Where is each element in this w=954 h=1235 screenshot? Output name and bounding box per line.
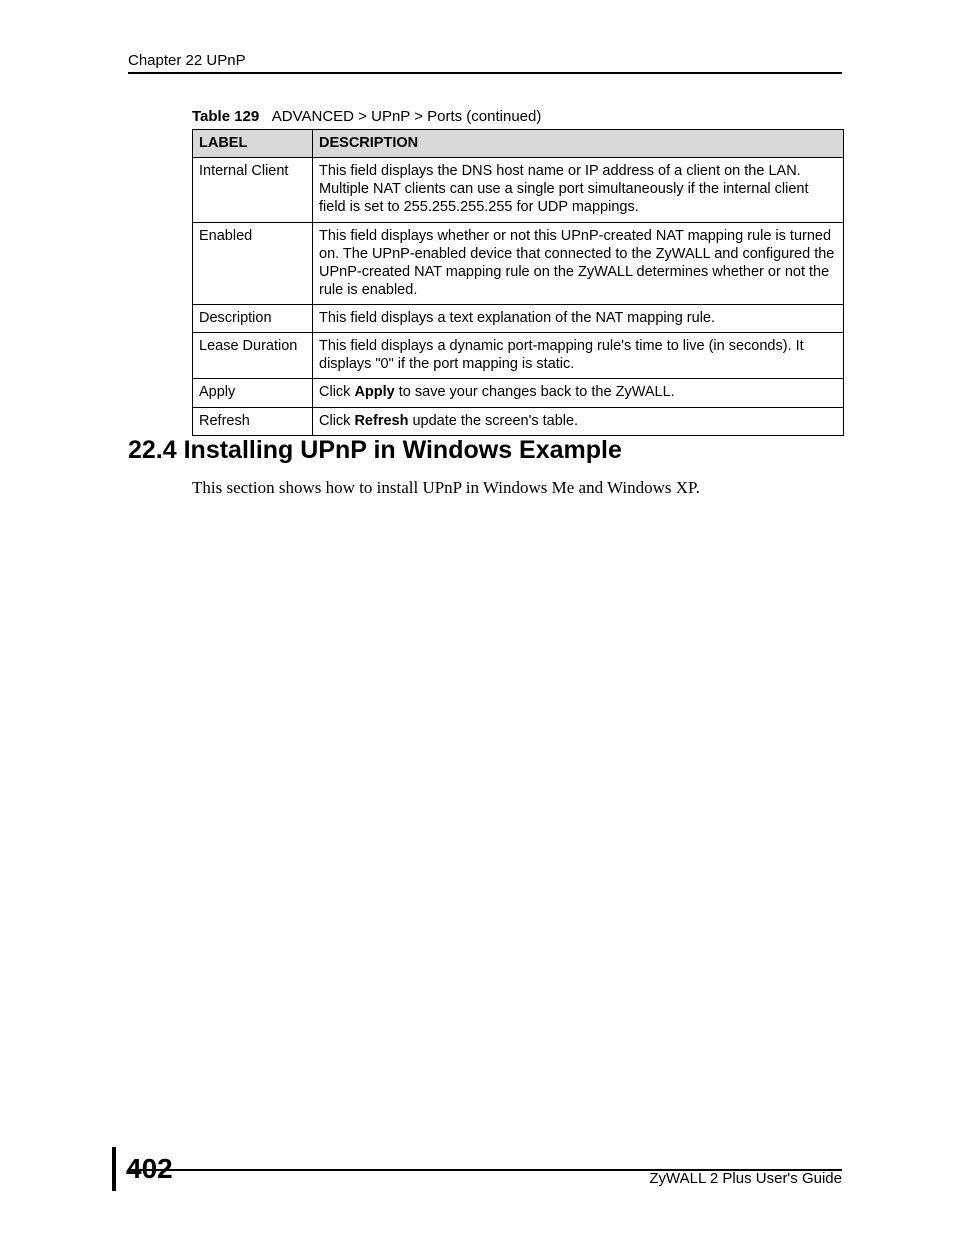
- table-row: Internal Client This field displays the …: [193, 158, 844, 222]
- cell-description: This field displays a text explanation o…: [313, 305, 844, 333]
- footer-left: 402: [112, 1147, 173, 1191]
- cell-description: Click Apply to save your changes back to…: [313, 379, 844, 407]
- page-number: 402: [126, 1153, 173, 1185]
- cell-label: Description: [193, 305, 313, 333]
- desc-post: update the screen's table.: [408, 413, 578, 429]
- footer-accent-bar: [112, 1147, 116, 1191]
- cell-label: Lease Duration: [193, 333, 313, 379]
- table-row: Apply Click Apply to save your changes b…: [193, 379, 844, 407]
- cell-label: Enabled: [193, 222, 313, 305]
- cell-description: This field displays the DNS host name or…: [313, 158, 844, 222]
- desc-pre: Click: [319, 413, 354, 429]
- cell-description: Click Refresh update the screen's table.: [313, 407, 844, 435]
- cell-description: This field displays a dynamic port-mappi…: [313, 333, 844, 379]
- params-table: LABEL DESCRIPTION Internal Client This f…: [192, 129, 844, 436]
- header-rule: [128, 72, 842, 74]
- running-header: Chapter 22 UPnP: [128, 52, 842, 69]
- cell-label: Internal Client: [193, 158, 313, 222]
- th-description: DESCRIPTION: [313, 130, 844, 158]
- section-body: This section shows how to install UPnP i…: [192, 478, 842, 498]
- table-caption-text: ADVANCED > UPnP > Ports (continued): [272, 108, 542, 125]
- desc-post: to save your changes back to the ZyWALL.: [395, 384, 675, 400]
- table-row: Refresh Click Refresh update the screen'…: [193, 407, 844, 435]
- section-heading: 22.4 Installing UPnP in Windows Example: [128, 436, 842, 465]
- cell-label: Refresh: [193, 407, 313, 435]
- desc-pre: Click: [319, 384, 354, 400]
- cell-label: Apply: [193, 379, 313, 407]
- table-row: Lease Duration This field displays a dyn…: [193, 333, 844, 379]
- table-129: Table 129 ADVANCED > UPnP > Ports (conti…: [192, 108, 844, 436]
- table-caption-number: Table 129: [192, 108, 259, 125]
- table-row: Enabled This field displays whether or n…: [193, 222, 844, 305]
- footer-guide-name: ZyWALL 2 Plus User's Guide: [649, 1170, 842, 1187]
- table-row: Description This field displays a text e…: [193, 305, 844, 333]
- cell-description: This field displays whether or not this …: [313, 222, 844, 305]
- desc-bold: Apply: [354, 384, 394, 400]
- desc-bold: Refresh: [354, 413, 408, 429]
- table-header-row: LABEL DESCRIPTION: [193, 130, 844, 158]
- th-label: LABEL: [193, 130, 313, 158]
- table-caption: Table 129 ADVANCED > UPnP > Ports (conti…: [192, 108, 844, 125]
